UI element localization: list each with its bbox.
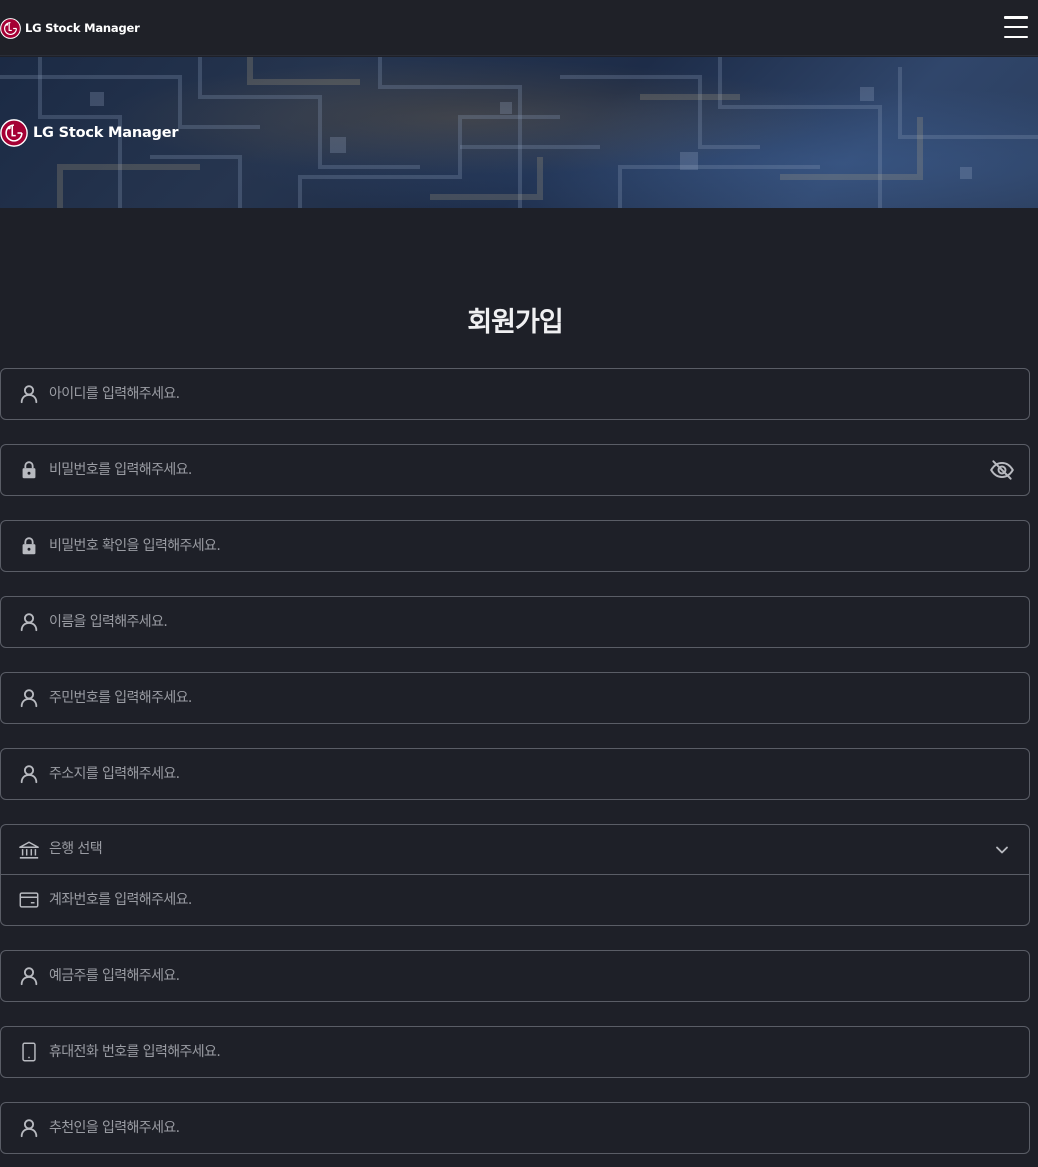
address-field [0,748,1030,800]
chevron-down-icon[interactable] [989,837,1015,863]
page-title: 회원가입 [467,307,563,338]
hero-banner: LG Stock Manager [0,57,1038,208]
user-icon [17,964,41,988]
name-field [0,596,1030,648]
account-holder-field [0,950,1030,1002]
user-icon [17,610,41,634]
header-brand-name: LG Stock Manager [25,21,140,35]
address-input[interactable] [49,749,969,799]
user-id-input[interactable] [49,369,969,419]
phone-input[interactable] [49,1027,969,1077]
bank-icon [17,838,41,862]
lg-logo-icon [0,119,28,147]
lg-logo-icon [0,18,21,39]
card-icon [17,888,41,912]
header-brand[interactable]: LG Stock Manager [0,17,140,39]
phone-field [0,1026,1030,1078]
bank-select[interactable]: 은행 선택 [0,824,1030,875]
eye-off-icon[interactable] [989,457,1015,483]
password-confirm-field [0,520,1030,572]
menu-line [1004,25,1028,29]
account-number-input[interactable] [49,875,969,925]
menu-line [1004,35,1028,38]
user-icon [17,382,41,406]
user-icon [17,686,41,710]
password-field [0,444,1030,496]
password-input[interactable] [49,445,969,495]
user-icon [17,762,41,786]
top-navigation-bar: LG Stock Manager [0,0,1038,56]
bank-select-value: 은행 선택 [49,841,103,857]
account-number-field [0,875,1030,926]
hamburger-menu-icon[interactable] [1002,14,1030,40]
menu-line [1004,16,1028,19]
hero-brand-name: LG Stock Manager [33,125,179,141]
mobile-icon [17,1040,41,1064]
hero-brand: LG Stock Manager [0,119,179,147]
referrer-field [0,1102,1030,1154]
password-confirm-input[interactable] [49,521,969,571]
lock-icon [17,458,41,482]
user-icon [17,1116,41,1140]
referrer-input[interactable] [49,1103,969,1153]
lock-icon [17,534,41,558]
resident-number-input[interactable] [49,673,969,723]
user-id-field [0,368,1030,420]
name-input[interactable] [49,597,969,647]
resident-number-field [0,672,1030,724]
account-holder-input[interactable] [49,951,969,1001]
